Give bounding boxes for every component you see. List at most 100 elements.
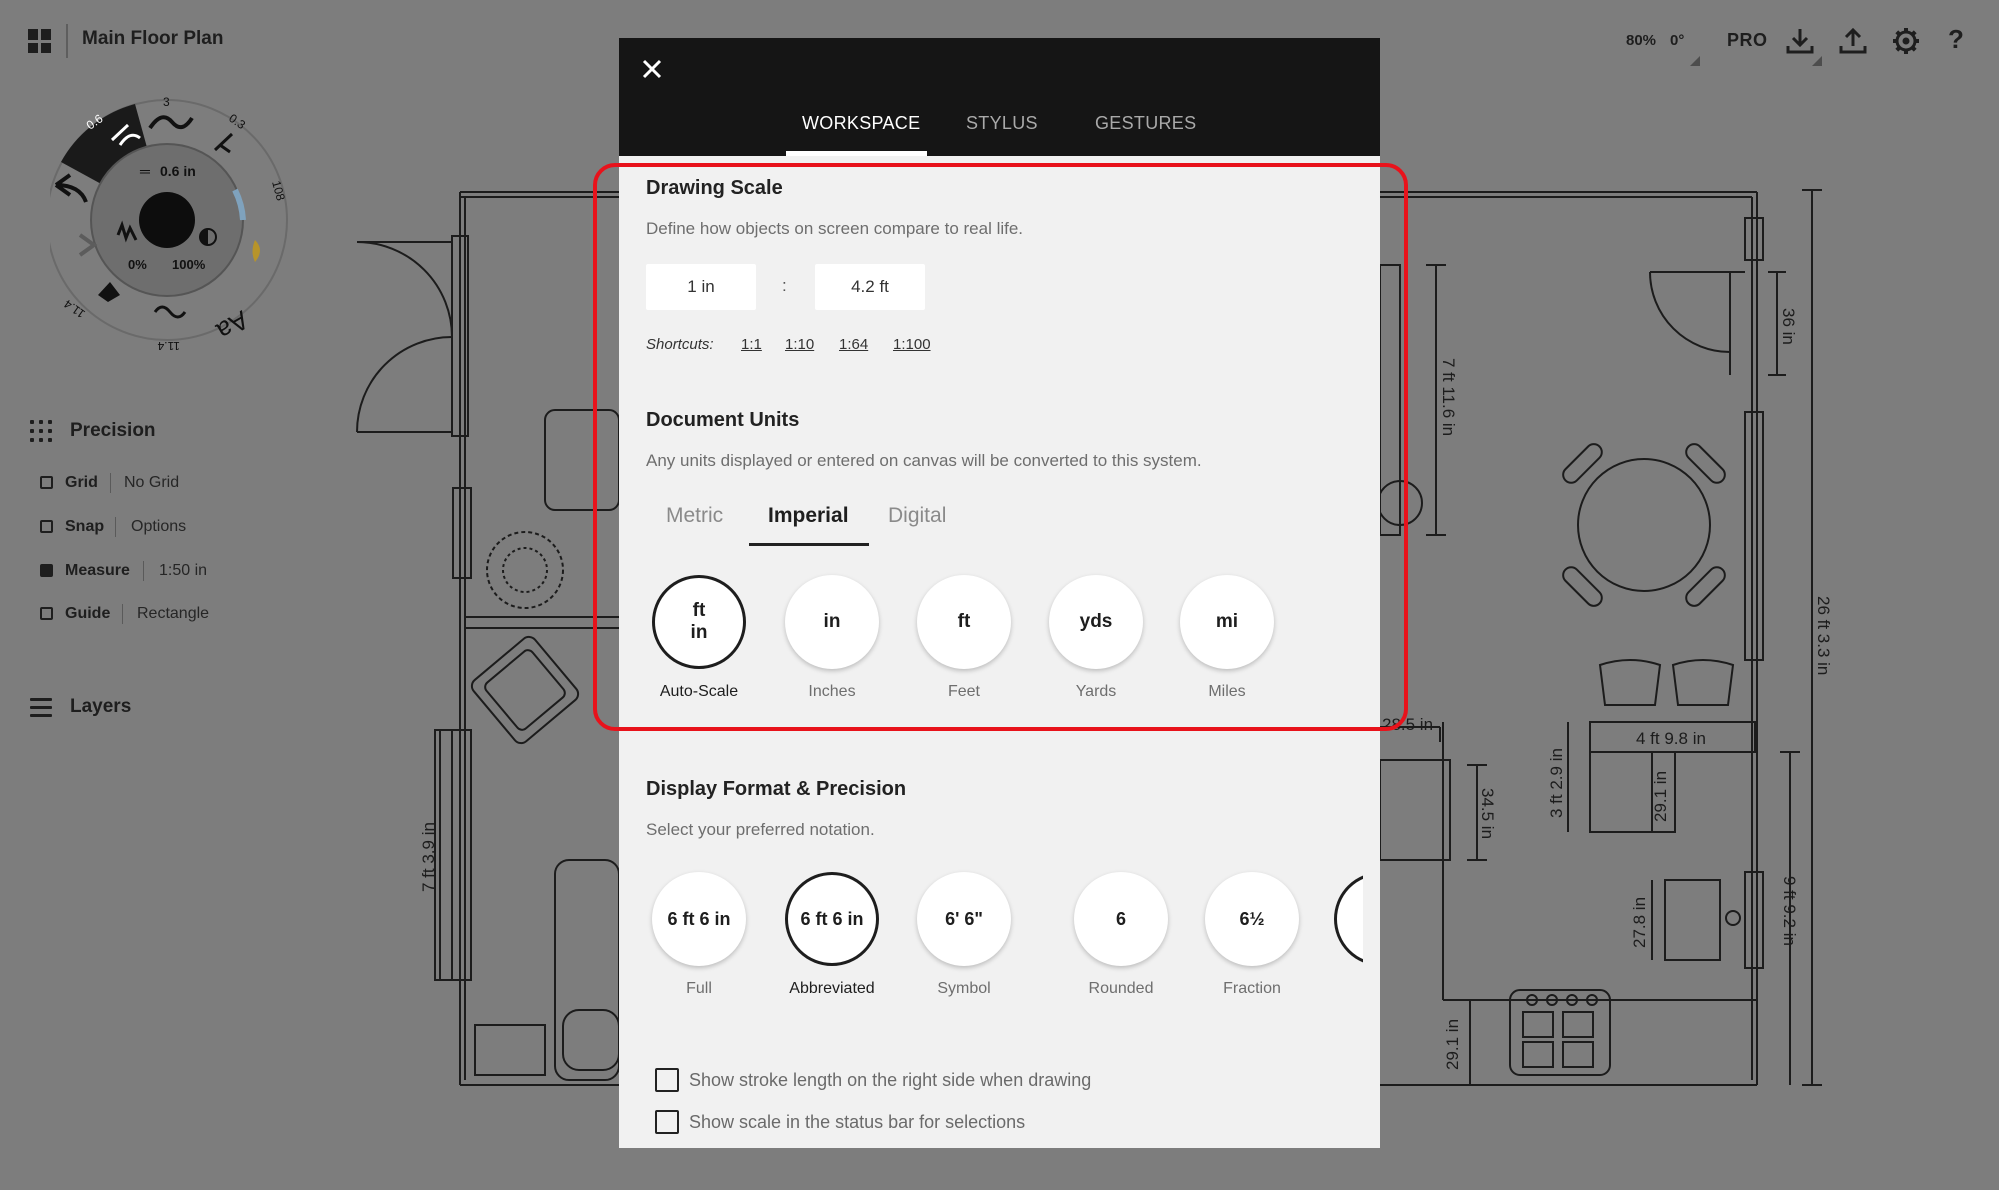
unit-option-inches[interactable]: in [785, 575, 879, 669]
precision-row-name: Snap [65, 518, 105, 535]
drawing-scale-title: Drawing Scale [646, 177, 783, 199]
brush-size-preview [139, 192, 195, 248]
grid-dots-icon [30, 420, 52, 442]
corner-triangle-icon [1812, 56, 1822, 66]
format-option-rounded[interactable]: 6 [1074, 872, 1168, 966]
snap-checkbox[interactable] [40, 520, 53, 533]
format-option-label: Abbreviated [789, 980, 875, 997]
precision-row-value[interactable]: Rectangle [137, 605, 209, 623]
apps-grid-icon[interactable] [28, 29, 52, 53]
corner-triangle-icon [1690, 56, 1700, 66]
precision-row-value[interactable]: Options [131, 518, 186, 536]
stroke-length-label: Show stroke length on the right side whe… [689, 1070, 1092, 1090]
guide-checkbox[interactable] [40, 607, 53, 620]
stroke-length-checkbox[interactable] [655, 1068, 679, 1092]
document-units-description: Any units displayed or entered on canvas… [646, 451, 1202, 470]
unit-option-auto-scale[interactable]: ft in [652, 575, 746, 669]
fp-dim-label: 36 in [1779, 308, 1798, 345]
precision-title: Precision [70, 420, 156, 441]
pro-badge[interactable]: PRO [1727, 30, 1768, 51]
row-divider [122, 604, 123, 624]
brush-size-value: 0.6 in [160, 163, 196, 179]
zoom-level[interactable]: 80% [1626, 32, 1656, 49]
shortcut-1-64[interactable]: 1:64 [839, 336, 868, 353]
format-option-abbreviated[interactable]: 6 ft 6 in [785, 872, 879, 966]
settings-dialog: WORKSPACE STYLUS GESTURES Drawing Scale … [619, 38, 1380, 1148]
dialog-header: WORKSPACE STYLUS GESTURES [619, 38, 1380, 156]
unit-option-label: Yards [1075, 683, 1117, 700]
tab-gestures[interactable]: GESTURES [1095, 113, 1196, 134]
shortcut-1-10[interactable]: 1:10 [785, 336, 814, 353]
fp-dim-label: 28.5 in [1382, 715, 1433, 734]
unit-option-yards[interactable]: yds [1049, 575, 1143, 669]
download-icon[interactable] [1783, 24, 1817, 58]
fp-dim-label: 7 ft 3.9 in [419, 822, 438, 892]
unit-option-feet[interactable]: ft [917, 575, 1011, 669]
unit-system-digital[interactable]: Digital [888, 504, 946, 528]
unit-option-label: Auto-Scale [659, 683, 739, 700]
unit-option-miles[interactable]: mi [1180, 575, 1274, 669]
unit-system-metric[interactable]: Metric [666, 504, 723, 528]
unit-option-label: Miles [1208, 683, 1246, 700]
document-title[interactable]: Main Floor Plan [82, 28, 223, 50]
format-option-label: Full [686, 980, 712, 997]
fp-dim-label: 27.8 in [1630, 897, 1649, 948]
document-units-title: Document Units [646, 409, 800, 431]
drawing-scale-description: Define how objects on screen compare to … [646, 219, 1024, 238]
tool-wheel[interactable]: ═ 0.6 in 0% 100% 0.6 3 0.3 108 11.4 11.4… [50, 90, 300, 350]
scale-real-input[interactable]: 4.2 ft [815, 264, 925, 310]
layers-icon [30, 698, 52, 722]
status-bar-scale-label: Show scale in the status bar for selecti… [689, 1112, 1026, 1132]
format-option-fraction[interactable]: 6½ [1205, 872, 1299, 966]
row-divider [110, 473, 111, 493]
fp-dim-label: 4 ft 9.8 in [1636, 729, 1706, 748]
grid-checkbox[interactable] [40, 476, 53, 489]
unit-option-label: Feet [947, 683, 980, 700]
fp-dim-label: 3 ft 2.9 in [1547, 748, 1566, 818]
opacity-min: 0% [128, 257, 147, 272]
measure-checkbox[interactable] [40, 564, 53, 577]
shortcut-1-1[interactable]: 1:1 [741, 336, 762, 353]
shortcuts-label: Shortcuts: [646, 336, 714, 353]
format-option-symbol[interactable]: 6' 6" [917, 872, 1011, 966]
rotation-angle[interactable]: 0° [1670, 32, 1684, 49]
row-divider [115, 517, 116, 537]
shortcut-1-100[interactable]: 1:100 [893, 336, 931, 353]
display-format-description: Select your preferred notation. [646, 820, 875, 839]
row-divider [143, 561, 144, 581]
precision-row-name: Grid [65, 474, 98, 491]
close-icon[interactable] [637, 54, 667, 84]
unit-symbol-line: in [690, 622, 708, 643]
fp-dim-label: 9 ft 9.2 in [1780, 876, 1799, 946]
settings-gear-icon[interactable] [1889, 24, 1923, 58]
opacity-max: 100% [172, 257, 206, 272]
format-option-full[interactable]: 6 ft 6 in [652, 872, 746, 966]
unit-symbol-line: ft [692, 600, 706, 622]
fp-dim-label: 29.1 in [1651, 771, 1670, 822]
preset-size[interactable]: 3 [163, 95, 170, 109]
scale-drawing-input[interactable]: 1 in [646, 264, 756, 310]
active-tab-indicator [786, 151, 927, 156]
title-divider [66, 24, 68, 58]
fp-dim-label: 26 ft 3.3 in [1814, 596, 1833, 675]
share-upload-icon[interactable] [1836, 24, 1870, 58]
unit-option-label: Inches [808, 683, 856, 700]
carousel-edge-mask [1363, 858, 1380, 1018]
format-option-label: Fraction [1223, 980, 1281, 997]
unit-system-indicator [749, 543, 869, 546]
tab-workspace[interactable]: WORKSPACE [802, 113, 920, 134]
fp-dim-label: 29.1 in [1443, 1019, 1462, 1070]
precision-row-name: Guide [65, 605, 111, 622]
preset-size[interactable]: 11.4 [157, 339, 180, 350]
tab-stylus[interactable]: STYLUS [966, 113, 1038, 134]
help-icon[interactable]: ? [1948, 24, 1964, 55]
unit-system-imperial[interactable]: Imperial [768, 504, 849, 528]
format-option-label: Symbol [937, 980, 991, 997]
fp-dim-label: 7 ft 11.6 in [1439, 358, 1458, 436]
scale-separator: : [782, 276, 787, 295]
svg-text:═: ═ [139, 163, 150, 179]
precision-row-value[interactable]: No Grid [124, 474, 179, 492]
status-bar-scale-checkbox[interactable] [655, 1110, 679, 1134]
precision-row-name: Measure [65, 562, 130, 579]
precision-row-value[interactable]: 1:50 in [159, 562, 207, 580]
